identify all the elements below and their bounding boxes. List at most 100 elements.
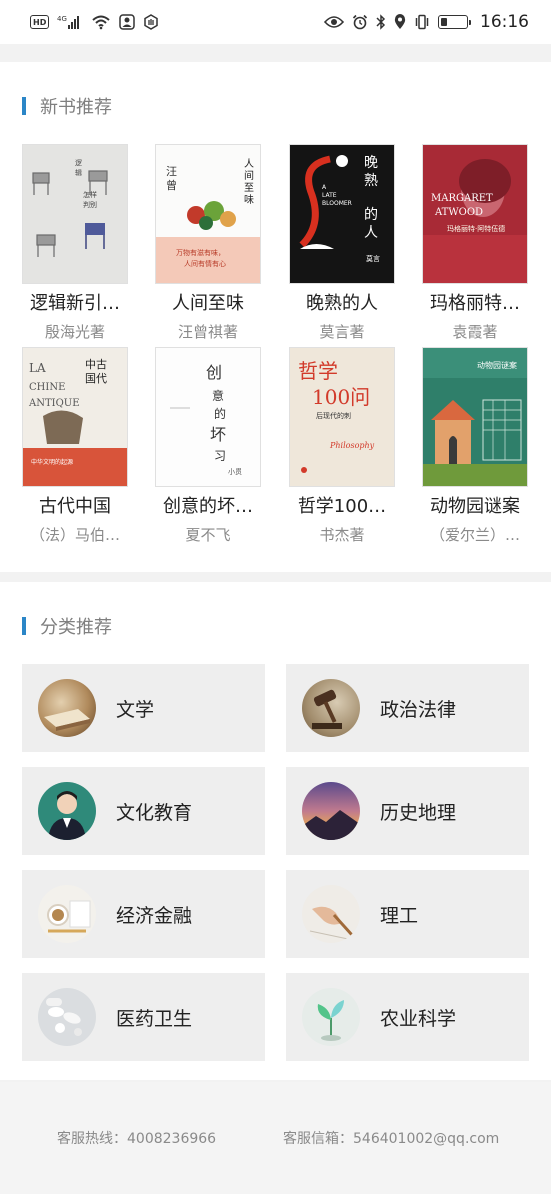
svg-text:小贯: 小贯: [228, 467, 242, 476]
svg-text:曾: 曾: [166, 178, 177, 192]
svg-text:怎样: 怎样: [83, 190, 97, 199]
section-accent-bar: [22, 97, 26, 115]
svg-text:人间有情有心: 人间有情有心: [184, 259, 226, 268]
book-author: （爱尔兰）…: [429, 526, 520, 544]
svg-text:味: 味: [244, 194, 254, 206]
category-science-engineering[interactable]: 理工: [286, 870, 529, 958]
svg-text:100问: 100问: [312, 385, 370, 409]
book-card[interactable]: 晚 熟 A LATE BLOOMER 的 人 莫言 晚熟的人 莫言著: [275, 144, 409, 342]
category-label: 政治法律: [380, 698, 457, 721]
wifi-icon: [91, 13, 111, 31]
book-author: 袁霞著: [452, 323, 498, 341]
svg-text:的: 的: [214, 406, 226, 421]
svg-text:习: 习: [214, 449, 226, 463]
category-label: 经济金融: [116, 904, 193, 927]
svg-text:判别: 判别: [83, 200, 97, 209]
svg-text:后现代的刺: 后现代的刺: [316, 411, 351, 420]
book-author: 殷海光著: [44, 323, 105, 341]
vibrate-icon: [414, 13, 430, 31]
atwood-portrait-illustration: MARGARET ATWOOD 玛格丽特·阿特伍德: [423, 145, 527, 283]
hd-icon: HD: [30, 15, 50, 29]
svg-text:玛格丽特·阿特伍德: 玛格丽特·阿特伍德: [447, 224, 505, 233]
category-literature[interactable]: 文学: [22, 664, 265, 752]
book-cover: LA CHINE ANTIQUE 中古 国代 中华文明的起源: [22, 347, 128, 487]
book-title: 逻辑新引…: [30, 293, 120, 314]
gavel-photo-icon: [302, 679, 360, 737]
svg-text:坏: 坏: [210, 425, 226, 444]
category-politics-law[interactable]: 政治法律: [286, 664, 529, 752]
creative-habits-illustration: 创 意 的 坏 习 小贯: [156, 348, 260, 486]
hand-icon: [143, 13, 159, 31]
svg-text:哲学: 哲学: [298, 359, 338, 383]
battery-icon: [438, 15, 471, 29]
book-card[interactable]: MARGARET ATWOOD 玛格丽特·阿特伍德 玛格丽特… 袁霞著: [408, 144, 542, 342]
svg-text:逻: 逻: [75, 158, 82, 167]
svg-text:人: 人: [244, 158, 254, 170]
philosophy-illustration: 哲学 100问 后现代的刺 Philosophy: [290, 348, 394, 486]
svg-text:4G: 4G: [57, 15, 67, 23]
category-medicine-health[interactable]: 医药卫生: [22, 973, 265, 1061]
svg-text:ANTIQUE: ANTIQUE: [28, 398, 80, 409]
book-cover: 动物园谜案: [422, 347, 528, 487]
book-cover: 晚 熟 A LATE BLOOMER 的 人 莫言: [289, 144, 395, 284]
svg-text:意: 意: [212, 388, 224, 403]
book-card[interactable]: 人 间 至 味 汪 曾 万物有滋有味， 人间有情有心 人间至味 汪曾祺著: [141, 144, 275, 342]
svg-text:LA: LA: [29, 361, 46, 375]
svg-text:熟: 熟: [364, 173, 378, 189]
svg-text:LATE: LATE: [322, 192, 337, 199]
book-title: 玛格丽特…: [430, 293, 520, 314]
svg-text:至: 至: [244, 182, 254, 194]
category-agricultural-science[interactable]: 农业科学: [286, 973, 529, 1061]
eye-icon: [324, 13, 344, 31]
book-title: 创意的坏…: [163, 496, 253, 517]
svg-text:BLOOMER: BLOOMER: [322, 200, 352, 207]
book-title: 晚熟的人: [306, 293, 378, 314]
customer-email[interactable]: 客服信箱：546401002@qq.com: [283, 1128, 499, 1148]
coffee-desk-photo-icon: [38, 885, 96, 943]
book-title: 哲学100…: [297, 496, 387, 517]
book-card[interactable]: 创 意 的 坏 习 小贯 创意的坏… 夏不飞: [141, 347, 275, 545]
book-card[interactable]: 逻 辑 怎样 判别 逻辑新引… 殷海光著: [8, 144, 142, 342]
categories-header: 分类推荐: [22, 613, 112, 639]
category-economics-finance[interactable]: 经济金融: [22, 870, 265, 958]
svg-text:万物有滋有味，: 万物有滋有味，: [176, 248, 225, 257]
ancient-china-illustration: LA CHINE ANTIQUE 中古 国代 中华文明的起源: [23, 348, 127, 486]
book-author: 莫言著: [319, 323, 365, 341]
categories-section: 分类推荐 文学 政治法律 文化教育 历史地理 经济金融 理工 医药卫生 农业科学: [0, 582, 551, 1080]
book-author: 书杰著: [319, 526, 365, 544]
category-history-geography[interactable]: 历史地理: [286, 767, 529, 855]
plant-photo-icon: [302, 988, 360, 1046]
section-accent-bar: [22, 617, 26, 635]
book-title: 古代中国: [39, 496, 111, 517]
svg-text:国代: 国代: [85, 372, 107, 385]
customer-hotline[interactable]: 客服热线：4008236966: [57, 1128, 216, 1148]
book-author: （法）马伯…: [29, 526, 120, 544]
book-title: 动物园谜案: [430, 496, 520, 517]
status-bar: HD 4G 16:16: [0, 0, 551, 44]
pills-photo-icon: [38, 988, 96, 1046]
book-card[interactable]: 哲学 100问 后现代的刺 Philosophy 哲学100… 书杰著: [275, 347, 409, 545]
footer: 客服热线：4008236966 客服信箱：546401002@qq.com: [0, 1082, 551, 1194]
book-card[interactable]: 动物园谜案 动物园谜案 （爱尔兰）…: [408, 347, 542, 545]
new-books-header: 新书推荐: [22, 93, 112, 119]
book-card[interactable]: LA CHINE ANTIQUE 中古 国代 中华文明的起源 古代中国 （法）马…: [8, 347, 142, 545]
svg-text:辑: 辑: [75, 168, 82, 177]
svg-text:中古: 中古: [85, 358, 107, 371]
book-title: 人间至味: [172, 293, 244, 314]
svg-text:间: 间: [244, 169, 254, 182]
svg-text:中华文明的起源: 中华文明的起源: [31, 458, 73, 466]
category-culture-education[interactable]: 文化教育: [22, 767, 265, 855]
late-bloomer-illustration: 晚 熟 A LATE BLOOMER 的 人 莫言: [290, 145, 394, 283]
category-label: 历史地理: [380, 801, 457, 824]
svg-text:汪: 汪: [166, 165, 177, 178]
svg-text:MARGARET: MARGARET: [431, 193, 493, 204]
bluetooth-icon: [376, 13, 386, 31]
writing-hand-photo-icon: [302, 885, 360, 943]
svg-text:动物园谜案: 动物园谜案: [477, 360, 517, 370]
category-label: 文学: [116, 698, 155, 721]
new-books-section: 新书推荐 逻 辑 怎样 判别 逻辑新引… 殷海光著 人 间 至 味 汪 曾 万物…: [0, 62, 551, 572]
svg-text:的: 的: [364, 207, 378, 223]
signal-icon: 4G: [57, 13, 83, 31]
svg-text:莫言: 莫言: [366, 254, 380, 263]
food-illustration: 人 间 至 味 汪 曾 万物有滋有味， 人间有情有心: [156, 145, 260, 283]
